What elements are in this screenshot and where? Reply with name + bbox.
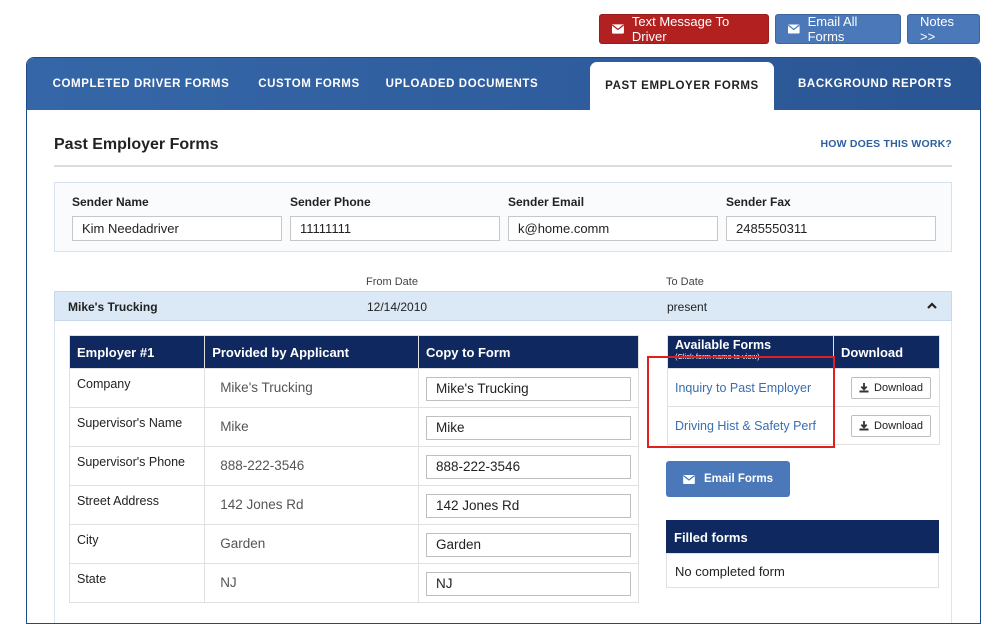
divider — [54, 165, 952, 167]
filled-forms-panel: Filled forms No completed form — [666, 520, 939, 588]
provided-value: 888-222-3546 — [204, 446, 419, 486]
provided-value: Garden — [204, 524, 419, 564]
employer-to-date: present — [667, 300, 708, 314]
copy-supervisor-name-input[interactable]: Mike — [426, 416, 631, 440]
field-label: Street Address — [68, 485, 206, 525]
email-all-forms-label: Email All Forms — [807, 14, 858, 44]
envelope-icon — [683, 474, 695, 484]
copy-supervisor-phone-input[interactable]: 888-222-3546 — [426, 455, 631, 479]
text-message-driver-label: Text Message To Driver — [631, 14, 730, 44]
column-header: Copy to Form — [418, 335, 639, 369]
download-label: Download — [874, 419, 923, 432]
copy-street-address-input[interactable]: 142 Jones Rd — [426, 494, 631, 518]
table-row: Supervisor's Name Mike Mike — [68, 407, 639, 447]
tab-label: PAST EMPLOYER FORMS — [605, 80, 759, 92]
tab-label: UPLOADED DOCUMENTS — [385, 78, 539, 90]
copy-state-input[interactable]: NJ — [426, 572, 631, 596]
provided-value: NJ — [204, 563, 419, 603]
employer-info-table: Employer #1 Provided by Applicant Copy t… — [68, 335, 639, 603]
email-all-forms-button[interactable]: Email All Forms — [775, 14, 901, 44]
field-label: Company — [68, 368, 206, 408]
copy-cell: Mike's Trucking — [418, 368, 639, 408]
copy-city-input[interactable]: Garden — [426, 533, 631, 557]
copy-cell: Garden — [418, 524, 639, 564]
envelope-icon — [612, 24, 624, 34]
email-forms-button[interactable]: Email Forms — [666, 461, 790, 497]
table-row: City Garden Garden — [68, 524, 639, 564]
table-row: Street Address 142 Jones Rd 142 Jones Rd — [68, 485, 639, 525]
sender-fax-input[interactable]: 2485550311 — [726, 216, 936, 241]
tab-label: CUSTOM FORMS — [258, 78, 360, 90]
provided-value: Mike — [204, 407, 419, 447]
download-icon — [859, 382, 869, 392]
sender-fax-label: Sender Fax — [726, 195, 791, 209]
sender-fax-group: Sender Fax 2485550311 — [726, 195, 936, 241]
copy-cell: NJ — [418, 563, 639, 603]
how-does-this-work-link[interactable]: HOW DOES THIS WORK? — [820, 138, 952, 150]
field-label: Supervisor's Name — [68, 407, 206, 447]
employer-from-date: 12/14/2010 — [367, 300, 428, 314]
tab-custom-forms[interactable]: CUSTOM FORMS — [255, 58, 363, 110]
sender-phone-label: Sender Phone — [290, 195, 371, 209]
table-row: State NJ NJ — [68, 563, 639, 603]
employer-row-header[interactable]: Mike's Trucking 12/14/2010 present — [54, 291, 952, 321]
tab-completed-driver-forms[interactable]: COMPLETED DRIVER FORMS — [27, 58, 255, 110]
column-header: Provided by Applicant — [204, 335, 419, 369]
chevron-up-icon[interactable] — [927, 301, 937, 311]
download-header: Download — [833, 335, 940, 369]
sender-phone-input[interactable]: 11111111 — [290, 216, 500, 241]
copy-cell: 888-222-3546 — [418, 446, 639, 486]
field-label: Supervisor's Phone — [68, 446, 206, 486]
field-label: City — [68, 524, 206, 564]
page-title: Past Employer Forms — [54, 136, 219, 153]
provided-value: 142 Jones Rd — [204, 485, 419, 525]
table-row: Company Mike's Trucking Mike's Trucking — [68, 368, 639, 408]
tab-bar: COMPLETED DRIVER FORMS CUSTOM FORMS UPLO… — [27, 58, 980, 110]
sender-name-input[interactable]: Kim Needadriver — [72, 216, 282, 241]
tab-past-employer-forms[interactable]: PAST EMPLOYER FORMS — [590, 62, 774, 110]
download-label: Download — [874, 381, 923, 394]
notes-button[interactable]: Notes >> — [907, 14, 980, 44]
download-button[interactable]: Download — [851, 376, 931, 399]
copy-cell: 142 Jones Rd — [418, 485, 639, 525]
sender-email-group: Sender Email k@home.comm — [508, 195, 718, 241]
table-row: Supervisor's Phone 888-222-3546 888-222-… — [68, 446, 639, 486]
tab-uploaded-documents[interactable]: UPLOADED DOCUMENTS — [363, 58, 561, 110]
tab-label: BACKGROUND REPORTS — [798, 78, 952, 90]
sender-phone-group: Sender Phone 11111111 — [290, 195, 500, 241]
top-action-bar: Text Message To Driver Email All Forms N… — [599, 14, 980, 44]
highlight-box — [647, 356, 835, 448]
download-icon — [859, 420, 869, 430]
to-date-header: To Date — [666, 276, 704, 288]
download-button[interactable]: Download — [851, 414, 931, 437]
employer-name: Mike's Trucking — [68, 300, 158, 314]
download-cell: Download — [833, 406, 940, 445]
sender-name-label: Sender Name — [72, 195, 149, 209]
sender-name-group: Sender Name Kim Needadriver — [72, 195, 282, 241]
filled-forms-header: Filled forms — [666, 520, 939, 553]
copy-cell: Mike — [418, 407, 639, 447]
envelope-icon — [788, 24, 800, 34]
field-label: State — [68, 563, 206, 603]
tab-background-reports[interactable]: BACKGROUND REPORTS — [774, 58, 976, 110]
from-date-header: From Date — [366, 276, 418, 288]
tab-label: COMPLETED DRIVER FORMS — [52, 78, 230, 90]
notes-label: Notes >> — [920, 14, 954, 44]
text-message-driver-button[interactable]: Text Message To Driver — [599, 14, 769, 44]
sender-email-label: Sender Email — [508, 195, 585, 209]
provided-value: Mike's Trucking — [204, 368, 419, 408]
sender-info-panel: Sender Name Kim Needadriver Sender Phone… — [54, 182, 952, 252]
filled-forms-empty-text: No completed form — [666, 553, 939, 588]
download-cell: Download — [833, 368, 940, 407]
column-header: Employer #1 — [68, 335, 206, 369]
sender-email-input[interactable]: k@home.comm — [508, 216, 718, 241]
copy-company-input[interactable]: Mike's Trucking — [426, 377, 631, 401]
available-forms-title: Available Forms — [675, 338, 772, 352]
email-forms-label: Email Forms — [703, 473, 774, 485]
